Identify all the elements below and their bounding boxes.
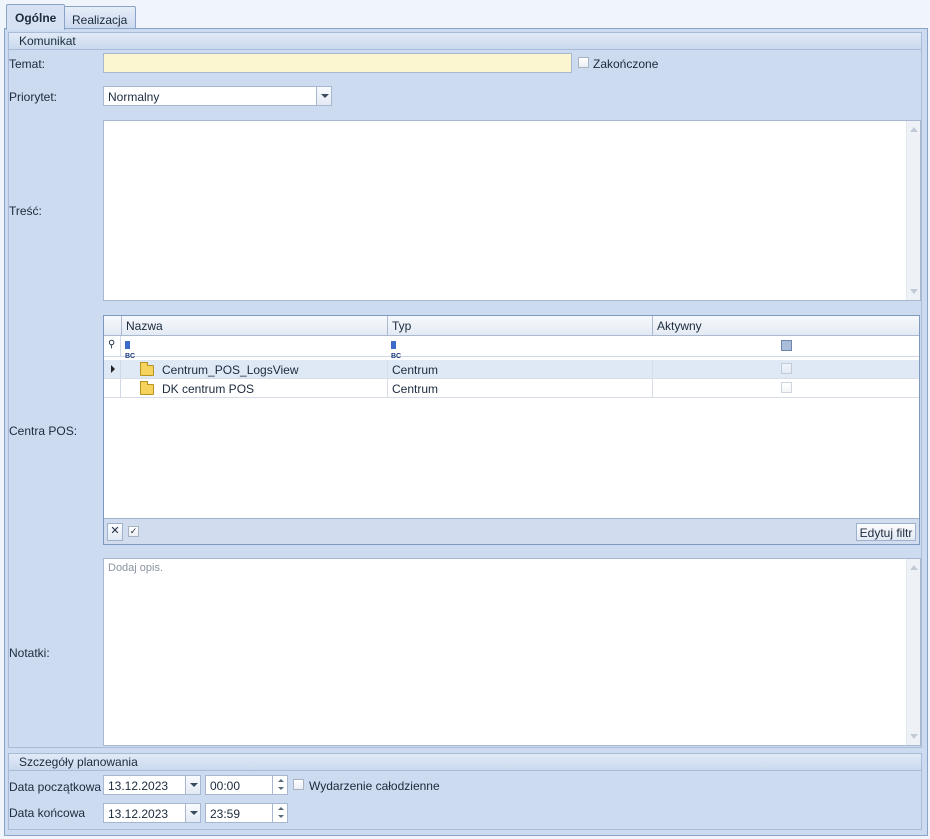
priorytet-select[interactable]: Normalny xyxy=(103,86,332,106)
column-header-aktywny[interactable]: Aktywny xyxy=(652,316,919,335)
grid-header: Nazwa Typ Aktywny xyxy=(104,316,919,336)
tresc-textarea[interactable] xyxy=(103,120,921,301)
row-aktywny-checkbox[interactable] xyxy=(781,382,792,393)
centra-pos-label: Centra POS: xyxy=(9,424,78,438)
end-time-value: 23:59 xyxy=(210,807,241,821)
scroll-up-icon[interactable] xyxy=(910,565,918,570)
filter-enabled-checkbox[interactable]: ✓ xyxy=(128,526,139,537)
priorytet-dropdown-icon[interactable] xyxy=(316,87,331,105)
grid-header-indicator xyxy=(104,316,121,335)
end-time-spinner-icon[interactable] xyxy=(272,804,287,822)
planowanie-header: Szczegóły planowania xyxy=(9,754,921,771)
folder-icon xyxy=(140,381,154,395)
allday-label: Wydarzenie całodzienne xyxy=(309,779,440,793)
data-koncowa-label: Data końcowa xyxy=(9,806,86,820)
komunikat-header: Komunikat xyxy=(9,33,921,50)
end-time-input[interactable]: 23:59 xyxy=(205,803,288,823)
row-indicator xyxy=(104,360,121,378)
start-time-value: 00:00 xyxy=(210,779,241,793)
folder-icon xyxy=(140,362,154,376)
zakonczone-checkbox[interactable] xyxy=(578,57,589,68)
cell-typ: Centrum xyxy=(387,379,652,397)
data-poczatkowa-label: Data początkowa xyxy=(9,780,102,794)
notatki-label: Notatki: xyxy=(9,646,50,660)
temat-label: Temat: xyxy=(9,57,46,71)
cell-nazwa: Centrum_POS_LogsView xyxy=(162,363,299,377)
cell-nazwa: DK centrum POS xyxy=(162,382,255,396)
row-indicator xyxy=(104,379,121,397)
start-time-input[interactable]: 00:00 xyxy=(205,775,288,795)
table-row[interactable]: DK centrum POS Centrum xyxy=(104,379,919,398)
tab-realizacja[interactable]: Realizacja xyxy=(63,6,137,29)
tab-realizacja-label: Realizacja xyxy=(72,13,128,27)
temat-input[interactable] xyxy=(103,53,572,73)
scroll-down-icon[interactable] xyxy=(910,289,918,294)
start-time-spinner-icon[interactable] xyxy=(272,776,287,794)
filter-aktywny-checkbox[interactable] xyxy=(781,340,792,351)
clear-filter-icon: ✕ xyxy=(110,525,120,537)
table-row[interactable]: Centrum_POS_LogsView Centrum xyxy=(104,360,919,379)
grid-filter-row: ⚲ BC BC xyxy=(104,336,919,360)
scroll-up-icon[interactable] xyxy=(910,127,918,132)
priorytet-label: Priorytet: xyxy=(9,90,58,104)
tresc-scrollbar[interactable] xyxy=(906,121,920,300)
notatki-textarea[interactable]: Dodaj opis. xyxy=(103,558,921,746)
start-date-value: 13.12.2023 xyxy=(108,779,169,793)
scroll-down-icon[interactable] xyxy=(910,734,918,739)
column-header-nazwa[interactable]: Nazwa xyxy=(121,316,387,335)
tab-ogolne-label: Ogólne xyxy=(15,11,57,25)
clear-filter-button[interactable]: ✕ xyxy=(107,523,123,541)
grid-footer: ✕ ✓ Edytuj filtr xyxy=(104,518,919,544)
end-date-value: 13.12.2023 xyxy=(108,807,169,821)
notatki-placeholder: Dodaj opis. xyxy=(108,562,164,574)
cell-typ: Centrum xyxy=(387,360,652,378)
column-header-typ[interactable]: Typ xyxy=(387,316,652,335)
filter-typ-abc-icon[interactable]: BC xyxy=(391,341,407,360)
tresc-label: Treść: xyxy=(9,204,42,218)
start-date-input[interactable]: 13.12.2023 xyxy=(103,775,201,795)
zakonczone-label: Zakończone xyxy=(593,57,659,71)
filter-pin-icon: ⚲ xyxy=(108,339,116,350)
row-aktywny-checkbox[interactable] xyxy=(781,363,792,374)
end-date-dropdown-icon[interactable] xyxy=(185,804,200,822)
edit-filter-button[interactable]: Edytuj filtr xyxy=(856,523,916,541)
current-row-icon xyxy=(111,365,115,373)
end-date-input[interactable]: 13.12.2023 xyxy=(103,803,201,823)
notatki-scrollbar[interactable] xyxy=(906,559,920,745)
priorytet-value: Normalny xyxy=(108,90,160,104)
tab-ogolne[interactable]: Ogólne xyxy=(6,4,66,30)
centra-pos-grid: Nazwa Typ Aktywny ⚲ BC BC Centrum_POS_Lo… xyxy=(103,315,920,545)
filter-indicator: ⚲ xyxy=(104,336,121,356)
check-icon: ✓ xyxy=(129,526,138,536)
allday-checkbox[interactable] xyxy=(293,779,304,790)
start-date-dropdown-icon[interactable] xyxy=(185,776,200,794)
filter-nazwa-abc-icon[interactable]: BC xyxy=(125,341,141,360)
